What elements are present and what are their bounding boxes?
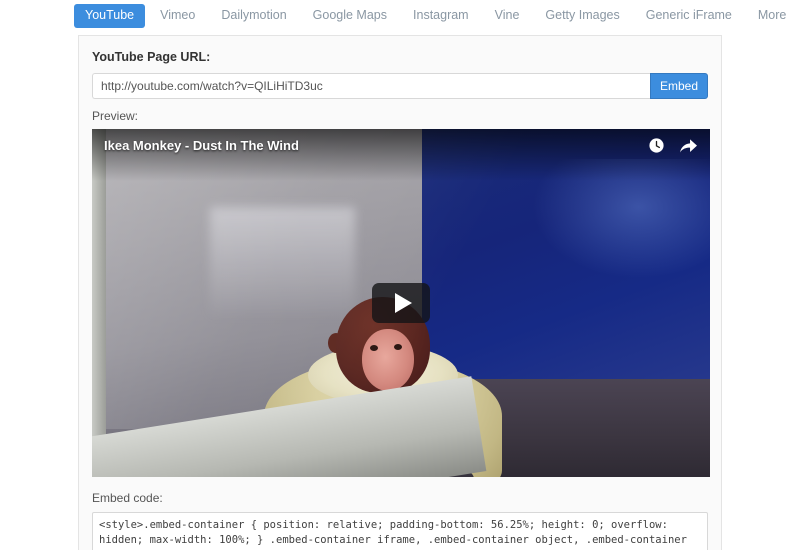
tab-more[interactable]: More (747, 4, 797, 28)
provider-tabbar: YouTube Vimeo Dailymotion Google Maps In… (0, 0, 800, 32)
page-root: YouTube Vimeo Dailymotion Google Maps In… (0, 0, 800, 550)
video-preview[interactable]: Ikea Monkey - Dust In The Wind (92, 129, 710, 478)
scene-window-frame-vertical (92, 129, 106, 478)
tab-label: Instagram (413, 8, 469, 23)
url-input[interactable] (92, 73, 650, 99)
tab-label: Vimeo (160, 8, 196, 23)
tab-getty-images[interactable]: Getty Images (534, 4, 630, 28)
play-button[interactable] (372, 283, 430, 324)
share-icon[interactable] (679, 137, 698, 154)
tab-label: Generic iFrame (645, 8, 732, 23)
clock-icon[interactable] (648, 137, 665, 154)
tab-label: Getty Images (545, 8, 620, 23)
tab-label: Vine (494, 8, 520, 23)
tab-generic-iframe[interactable]: Generic iFrame (635, 4, 743, 28)
monkey-face (362, 329, 414, 392)
tab-instagram[interactable]: Instagram (402, 4, 480, 28)
embed-code-textarea[interactable]: <style>.embed-container { position: rela… (92, 511, 708, 550)
tab-label: More (757, 8, 787, 23)
tab-youtube[interactable]: YouTube (74, 4, 146, 28)
video-title: Ikea Monkey - Dust In The Wind (104, 138, 299, 154)
video-action-icons (648, 137, 698, 154)
tab-vine[interactable]: Vine (484, 4, 531, 28)
embed-code-label: Embed code: (92, 491, 163, 506)
embed-panel: YouTube Page URL: Embed Preview: (78, 35, 722, 550)
play-icon (394, 293, 412, 314)
url-field-label: YouTube Page URL: (92, 50, 211, 64)
tab-label: YouTube (85, 8, 135, 23)
tab-label: Dailymotion (221, 8, 287, 23)
preview-label: Preview: (92, 109, 139, 123)
embed-button[interactable]: Embed (650, 73, 708, 99)
tab-google-maps[interactable]: Google Maps (302, 4, 398, 28)
scene-blue-highlight (532, 159, 710, 280)
tab-label: Google Maps (312, 8, 388, 23)
tab-dailymotion[interactable]: Dailymotion (210, 4, 297, 28)
tab-vimeo[interactable]: Vimeo (149, 4, 206, 28)
url-input-row: Embed (92, 73, 708, 99)
